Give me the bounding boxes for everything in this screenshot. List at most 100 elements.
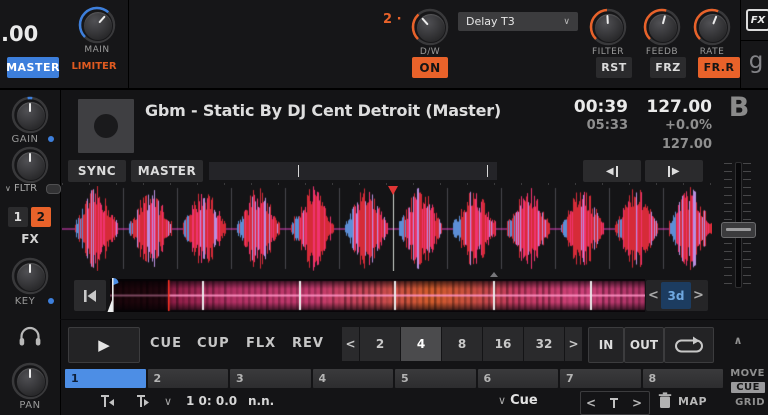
hotcue-pad-2[interactable]: 2 [147,369,228,388]
fx-unit-number: 2 · [383,12,402,27]
fx-filter-knob[interactable] [589,8,627,46]
cue-list-chevron[interactable]: ∨ [164,395,172,408]
skip-to-start-button[interactable] [74,280,106,311]
filter-label: FLTR [14,183,38,194]
nudge-bar-icon [667,165,670,177]
filter-toggle[interactable] [46,184,61,194]
rev-button[interactable]: REV [292,327,324,361]
fx-preset-select[interactable]: Delay T3 ∨ [458,12,578,31]
divider [740,40,768,41]
deck-letter: B [728,92,750,123]
tempo-bend-right-button[interactable]: ▶ [645,160,703,182]
bpm-display: 127.00 [646,97,712,117]
key-label: KEY [14,296,36,307]
cue-name: n.n. [248,394,275,408]
filter-select[interactable]: ∨ FLTR [5,183,37,194]
headphone-cue-icon[interactable] [18,326,42,350]
fx-rate-range-button[interactable]: FR.R [698,57,740,78]
filter-knob[interactable] [11,146,49,184]
fx-on-button[interactable]: ON [412,57,448,78]
stripe-view-prev-button[interactable]: < [646,288,661,303]
hotcue-pad-7[interactable]: 7 [560,369,641,388]
fx-freeze-button[interactable]: FRZ [650,57,686,78]
hotcue-pad-6[interactable]: 6 [477,369,558,388]
fx-panel-badge-icon[interactable]: FX [746,9,768,31]
map-button[interactable]: MAP [678,395,707,408]
fx-assign-label: FX [21,232,39,246]
cue-type-prev-button[interactable]: < [581,396,601,410]
sync-button[interactable]: SYNC [68,160,126,182]
main-knob-label: MAIN [84,45,110,55]
phase-meter [209,162,497,180]
pan-knob[interactable] [11,362,49,400]
play-icon: ▶ [98,336,110,354]
master-level-value: .00 [1,22,39,46]
cue-type-next-button[interactable]: > [627,396,647,410]
loop-size-2[interactable]: 2 [360,327,400,361]
limiter-indicator: LIMITER [71,61,117,72]
waveform-playhead-flag [388,186,398,195]
loop-icon [675,336,703,353]
gain-label: GAIN [11,134,39,145]
edit-mode-grid[interactable]: GRID [735,397,765,408]
cup-button[interactable]: CUP [197,327,230,361]
chevron-down-icon: ∨ [5,184,11,193]
fx-assign-1-button[interactable]: 1 [8,207,28,227]
stripe-view-mode-button[interactable]: 3d [661,282,691,309]
stripe-overview[interactable] [110,279,645,312]
master-clock-button[interactable]: MASTER [6,57,59,78]
deck-master-button[interactable]: MASTER [131,160,203,182]
loop-in-button[interactable]: IN [588,327,624,363]
loop-size-8[interactable]: 8 [442,327,482,361]
fx-dry-wet-label: D/W [419,47,441,57]
main-volume-knob[interactable] [78,6,116,44]
chevron-down-icon: ∨ [563,16,570,27]
nudge-right-icon: ▶ [671,165,681,177]
cue-type-select[interactable]: ∨ Cue [498,393,538,408]
tempo-bend-left-button[interactable]: ◀ [583,160,641,182]
skip-start-icon [84,289,96,302]
play-button[interactable]: ▶ [68,327,140,363]
delete-cue-trash-icon[interactable] [658,392,672,409]
stripe-marker-triangle [490,272,498,277]
fx-dry-wet-knob[interactable] [411,8,449,46]
tempo-fader-handle[interactable] [721,222,756,238]
waveform-panel [62,186,712,271]
hotcue-pad-1[interactable]: 1 [65,369,146,388]
cue-button[interactable]: CUE [150,327,182,361]
loop-size-4-selected[interactable]: 4 [401,327,441,361]
fx-preset-value: Delay T3 [466,15,515,28]
stripe-view-next-button[interactable]: > [691,288,706,303]
loop-size-32[interactable]: 32 [524,327,564,361]
next-cue-icon[interactable] [132,393,152,409]
fx-feedback-knob[interactable] [643,8,681,46]
waveform-canvas[interactable] [62,186,712,271]
loop-size-16[interactable]: 16 [483,327,523,361]
edit-mode-move[interactable]: MOVE [730,368,765,379]
hotcue-pad-8[interactable]: 8 [642,369,723,388]
nudge-bar-icon [616,165,619,177]
loop-out-button[interactable]: OUT [624,327,664,363]
pattern-player-icon[interactable]: g [744,48,768,74]
time-total: 05:33 [586,118,628,133]
fx-rate-label: RATE [699,47,725,57]
hotcue-pad-3[interactable]: 3 [230,369,311,388]
hotcue-pad-4[interactable]: 4 [312,369,393,388]
loop-size-prev-button[interactable]: < [342,327,359,361]
cue-flag-icon [601,396,627,410]
flx-button[interactable]: FLX [246,327,276,361]
gain-knob[interactable] [11,96,49,134]
fx-rate-knob[interactable] [693,8,731,46]
edit-mode-cue-selected[interactable]: CUE [731,382,765,393]
advanced-panel-chevron[interactable]: ∧ [728,334,748,347]
stripe-canvas[interactable] [110,279,645,312]
loop-size-next-button[interactable]: > [565,327,582,361]
prev-cue-icon[interactable] [96,393,116,409]
key-knob[interactable] [11,257,49,295]
fx-assign-2-button[interactable]: 2 [31,207,51,227]
fx-filter-button[interactable]: RST [596,57,632,78]
hotcue-pad-5[interactable]: 5 [395,369,476,388]
time-elapsed: 00:39 [573,97,628,117]
top-bar: .00 MAIN MASTER LIMITER 2 · D/W ON Delay… [0,0,768,90]
loop-active-button[interactable] [664,327,714,363]
